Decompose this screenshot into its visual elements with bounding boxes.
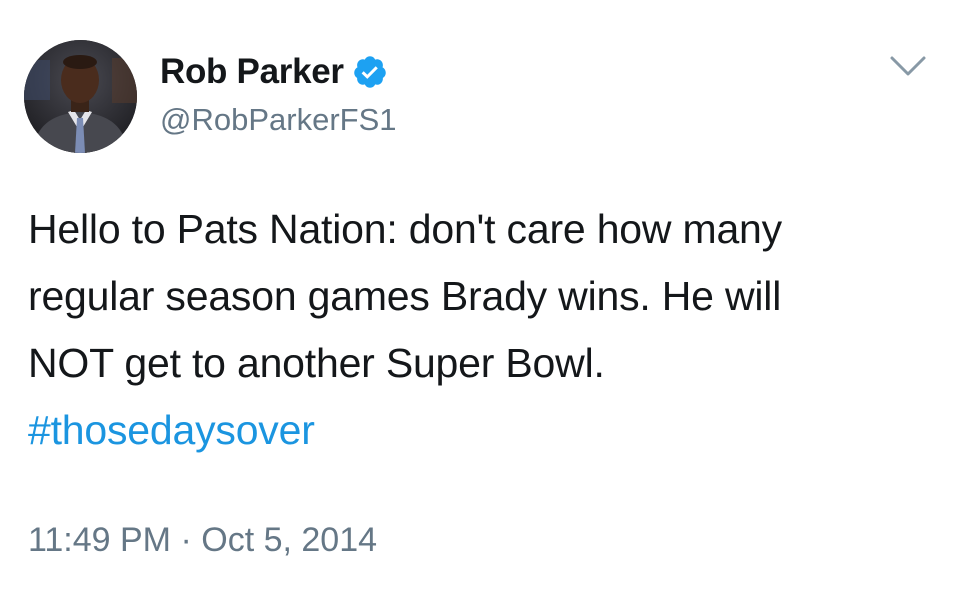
author-handle[interactable]: @RobParkerFS1 — [160, 100, 397, 140]
tweet-text-line: Hello to Pats Nation: don't care how man… — [28, 206, 782, 252]
chevron-down-icon[interactable] — [888, 52, 928, 82]
tweet-date: Oct 5, 2014 — [201, 521, 378, 559]
verified-badge-icon — [352, 54, 388, 90]
tweet-text-line: NOT get to another Super Bowl. — [28, 340, 605, 386]
avatar[interactable] — [24, 40, 137, 153]
timestamp-separator: · — [180, 521, 192, 559]
timestamp[interactable]: 11:49 PM · Oct 5, 2014 — [28, 518, 377, 562]
tweet-time: 11:49 PM — [28, 521, 172, 559]
avatar-photo — [24, 40, 137, 153]
tweet-text-line: regular season games Brady wins. He will — [28, 273, 782, 319]
tweet-card: Rob Parker @RobParkerFS1 Hello to Pats N… — [0, 0, 959, 596]
display-name[interactable]: Rob Parker — [160, 50, 344, 94]
tweet-text: Hello to Pats Nation: don't care how man… — [28, 196, 938, 464]
hashtag-link[interactable]: #thosedaysover — [28, 397, 938, 464]
author-name-row: Rob Parker — [160, 50, 388, 94]
